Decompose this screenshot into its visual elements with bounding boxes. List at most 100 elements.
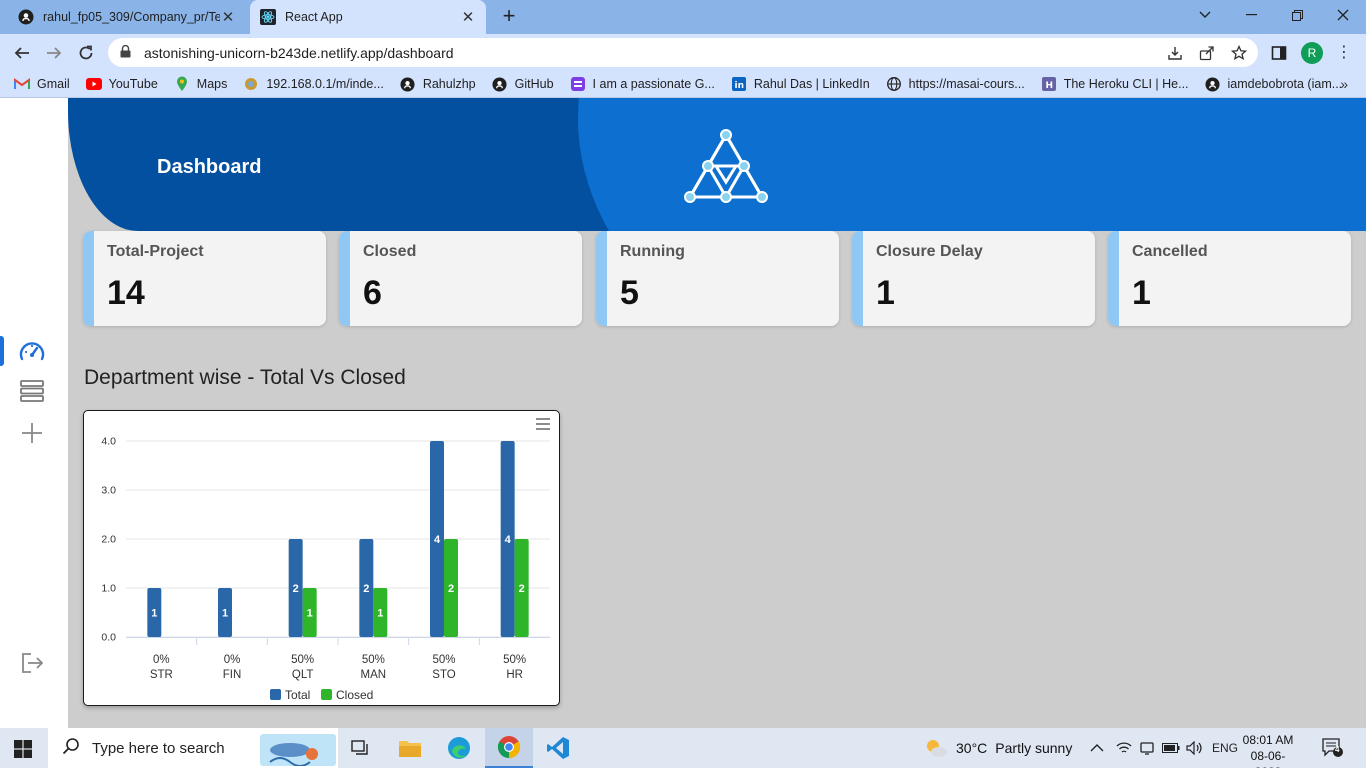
github-icon [1205, 76, 1221, 92]
network-triangle-logo [680, 126, 770, 206]
bookmark-github[interactable]: GitHub [492, 76, 554, 92]
minimize-button[interactable] [1228, 0, 1274, 30]
data-label: 2 [293, 583, 299, 595]
browser-menu-icon[interactable]: ⋮ [1336, 42, 1352, 62]
browser-toolbar: astonishing-unicorn-b243de.netlify.app/d… [0, 34, 1366, 71]
legend-swatch [321, 689, 332, 700]
globe-icon [886, 76, 902, 92]
wifi-icon[interactable] [1116, 728, 1132, 768]
vscode-icon[interactable] [534, 728, 582, 768]
meet-now-icon[interactable] [1140, 728, 1154, 768]
gmail-icon [14, 76, 30, 92]
more-bookmarks-chevron-icon[interactable]: » [1340, 76, 1348, 92]
system-clock[interactable]: 08:01 AM 08-06-2023 [1240, 732, 1296, 768]
bookmark-heroku[interactable]: H The Heroku CLI | He... [1041, 76, 1189, 92]
close-window-button[interactable] [1320, 0, 1366, 30]
x-tick-label: STO [432, 669, 455, 681]
data-label: 1 [377, 608, 383, 620]
forward-arrow-icon[interactable] [41, 40, 67, 66]
page-title: Dashboard [157, 156, 262, 178]
globe-icon [243, 76, 259, 92]
edge-icon[interactable] [435, 728, 483, 768]
chart-section-title: Department wise - Total Vs Closed [84, 366, 406, 389]
bookmark-star-icon[interactable] [1230, 44, 1248, 62]
clock-time: 08:01 AM [1242, 733, 1294, 747]
profile-avatar[interactable]: R [1301, 42, 1323, 64]
windows-start-icon[interactable] [14, 740, 32, 758]
stat-card-closed[interactable]: Closed 6 [339, 231, 582, 326]
bookmark-linkedin[interactable]: in Rahul Das | LinkedIn [731, 76, 870, 92]
stat-card-closure-delay[interactable]: Closure Delay 1 [852, 231, 1095, 326]
stat-label: Cancelled [1132, 243, 1208, 260]
bookmark-masai[interactable]: https://masai-cours... [886, 76, 1025, 92]
tab-strip: rahul_fp05_309/Company_pr/Tec ✕ React Ap… [0, 0, 1366, 34]
legend-swatch [270, 689, 281, 700]
github-icon [18, 9, 34, 25]
logout-icon[interactable] [18, 649, 46, 677]
bookmark-passionate[interactable]: I am a passionate G... [570, 76, 715, 92]
header-decoration [1138, 98, 1366, 231]
taskbar-search[interactable]: Type here to search [48, 728, 338, 768]
search-icon [62, 737, 80, 759]
notification-center-icon[interactable]: 4 [1322, 738, 1344, 758]
bookmarks-bar: Gmail YouTube Maps 192.168.0.1/m/inde...… [0, 71, 1366, 98]
weather-text: Partly sunny [995, 740, 1073, 756]
list-icon[interactable] [18, 377, 46, 405]
volume-icon[interactable] [1186, 728, 1202, 768]
tab-search-chevron-icon[interactable] [1182, 0, 1228, 30]
github-icon [400, 76, 416, 92]
tab-github[interactable]: rahul_fp05_309/Company_pr/Tec ✕ [8, 0, 246, 34]
close-tab-icon[interactable]: ✕ [460, 8, 476, 26]
weather-widget[interactable]: 30°C Partly sunny [924, 728, 1072, 768]
bookmark-rahulzhp[interactable]: Rahulzhp [400, 76, 476, 92]
search-highlight-illustration-icon [260, 732, 336, 768]
maps-icon [174, 76, 190, 92]
stat-value: 5 [620, 274, 639, 312]
y-tick-label: 1.0 [101, 583, 116, 595]
show-hidden-icons-chevron-icon[interactable] [1090, 728, 1104, 768]
partly-sunny-icon [924, 737, 948, 759]
windows-taskbar: Type here to search 30°C Partly sunny EN… [0, 728, 1366, 768]
y-tick-label: 3.0 [101, 485, 116, 497]
bookmark-gmail[interactable]: Gmail [14, 76, 70, 92]
chrome-icon[interactable] [485, 728, 533, 768]
dashboard-header: Dashboard [68, 98, 1366, 231]
task-view-icon[interactable] [337, 728, 385, 768]
chart-menu-icon[interactable] [535, 417, 551, 431]
close-tab-icon[interactable]: ✕ [220, 8, 236, 26]
bookmark-iamdebobrota[interactable]: iamdebobrota (iam... [1205, 76, 1342, 92]
github-icon [492, 76, 508, 92]
language-indicator[interactable]: ENG [1212, 728, 1238, 768]
y-tick-label: 2.0 [101, 534, 116, 546]
youtube-icon [85, 76, 102, 92]
x-tick-percent: 50% [291, 654, 314, 666]
stat-label: Closed [363, 243, 417, 260]
x-tick-label: QLT [292, 669, 314, 681]
data-label: 4 [434, 534, 441, 546]
back-arrow-icon[interactable] [9, 40, 35, 66]
stat-card-cancelled[interactable]: Cancelled 1 [1108, 231, 1351, 326]
reload-icon[interactable] [73, 40, 99, 66]
weather-temp: 30°C [956, 740, 988, 756]
restore-button[interactable] [1274, 0, 1320, 30]
svg-text:H: H [1045, 81, 1053, 91]
data-label: 2 [519, 583, 525, 595]
svg-text:in: in [734, 81, 744, 91]
share-icon[interactable] [1198, 44, 1216, 62]
bookmark-maps[interactable]: Maps [174, 76, 227, 92]
new-tab-button[interactable]: + [498, 5, 520, 27]
bookmark-router[interactable]: 192.168.0.1/m/inde... [243, 76, 384, 92]
side-panel-icon[interactable] [1270, 44, 1288, 62]
lock-icon [120, 44, 134, 61]
plus-icon[interactable] [18, 419, 46, 447]
address-bar[interactable]: astonishing-unicorn-b243de.netlify.app/d… [108, 38, 1258, 67]
search-placeholder: Type here to search [92, 739, 225, 757]
stat-card-total-project[interactable]: Total-Project 14 [83, 231, 326, 326]
tab-react-app[interactable]: React App ✕ [250, 0, 486, 34]
file-explorer-icon[interactable] [386, 728, 434, 768]
bookmark-youtube[interactable]: YouTube [85, 76, 158, 92]
stat-card-running[interactable]: Running 5 [596, 231, 839, 326]
speedometer-icon[interactable] [18, 337, 46, 365]
install-app-icon[interactable] [1166, 44, 1184, 62]
battery-icon[interactable] [1162, 728, 1180, 768]
